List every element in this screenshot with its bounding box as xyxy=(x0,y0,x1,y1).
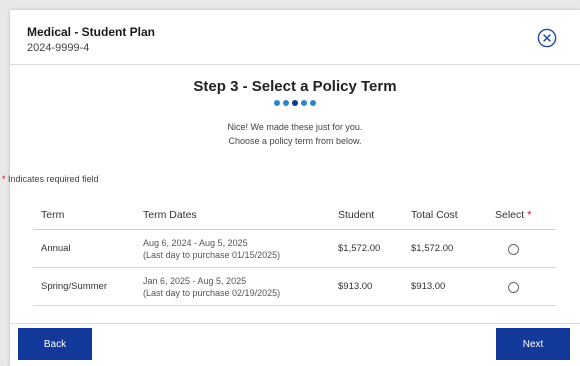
step-progress-dots xyxy=(10,100,580,106)
total-cost: $1,572.00 xyxy=(411,243,454,254)
close-circle-icon xyxy=(537,28,557,48)
policy-term-table: Term Term Dates Student Total Cost Selec… xyxy=(33,200,556,306)
column-header-student: Student xyxy=(338,208,375,221)
column-header-dates: Term Dates xyxy=(143,208,197,221)
progress-dot xyxy=(274,100,280,106)
column-header-total: Total Cost xyxy=(411,208,458,221)
total-cost: $913.00 xyxy=(411,281,446,292)
back-button[interactable]: Back xyxy=(18,328,92,360)
select-label: Select xyxy=(495,208,525,221)
progress-dot xyxy=(310,100,316,106)
student-cost: $913.00 xyxy=(338,281,373,292)
column-header-term: Term xyxy=(41,208,65,221)
progress-dot xyxy=(283,100,289,106)
term-name: Spring/Summer xyxy=(41,281,107,292)
term-date-range: Aug 6, 2024 - Aug 5, 2025 xyxy=(143,237,248,248)
required-note-text: Indicates required field xyxy=(8,174,99,184)
term-purchase-deadline: (Last day to purchase 01/15/2025) xyxy=(143,249,281,260)
close-button[interactable] xyxy=(537,28,557,48)
required-field-note: * Indicates required field xyxy=(2,174,99,184)
step-title: Step 3 - Select a Policy Term xyxy=(193,78,397,95)
table-row[interactable]: Spring/Summer Jan 6, 2025 - Aug 5, 2025 … xyxy=(33,268,556,306)
modal-header: Medical - Student Plan 2024-9999-4 xyxy=(10,10,580,65)
table-row[interactable]: Annual Aug 6, 2024 - Aug 5, 2025 (Last d… xyxy=(33,230,556,268)
select-required-asterisk: * xyxy=(527,208,532,221)
progress-dot-current xyxy=(292,100,298,106)
column-header-select: Select * xyxy=(495,200,531,229)
progress-dot xyxy=(301,100,307,106)
term-purchase-deadline: (Last day to purchase 02/19/2025) xyxy=(143,287,281,298)
required-asterisk: * xyxy=(2,174,6,184)
step-message-line-1: Nice! We made these just for you. xyxy=(227,122,363,132)
next-button[interactable]: Next xyxy=(496,328,570,360)
term-dates: Aug 6, 2024 - Aug 5, 2025 (Last day to p… xyxy=(143,230,280,267)
table-header-row: Term Term Dates Student Total Cost Selec… xyxy=(33,200,556,230)
student-cost: $1,572.00 xyxy=(338,243,381,254)
term-dates: Jan 6, 2025 - Aug 5, 2025 (Last day to p… xyxy=(143,268,280,305)
term-name: Annual xyxy=(41,243,71,254)
step-message-line-2: Choose a policy term from below. xyxy=(228,136,362,146)
select-term-radio[interactable] xyxy=(508,281,519,293)
term-date-range: Jan 6, 2025 - Aug 5, 2025 xyxy=(143,275,247,286)
select-term-radio[interactable] xyxy=(508,243,519,255)
policy-term-modal: Medical - Student Plan 2024-9999-4 Step … xyxy=(2,10,580,366)
plan-id: 2024-9999-4 xyxy=(27,42,90,54)
modal-footer: Back Next xyxy=(10,323,580,366)
plan-title: Medical - Student Plan xyxy=(27,25,156,39)
